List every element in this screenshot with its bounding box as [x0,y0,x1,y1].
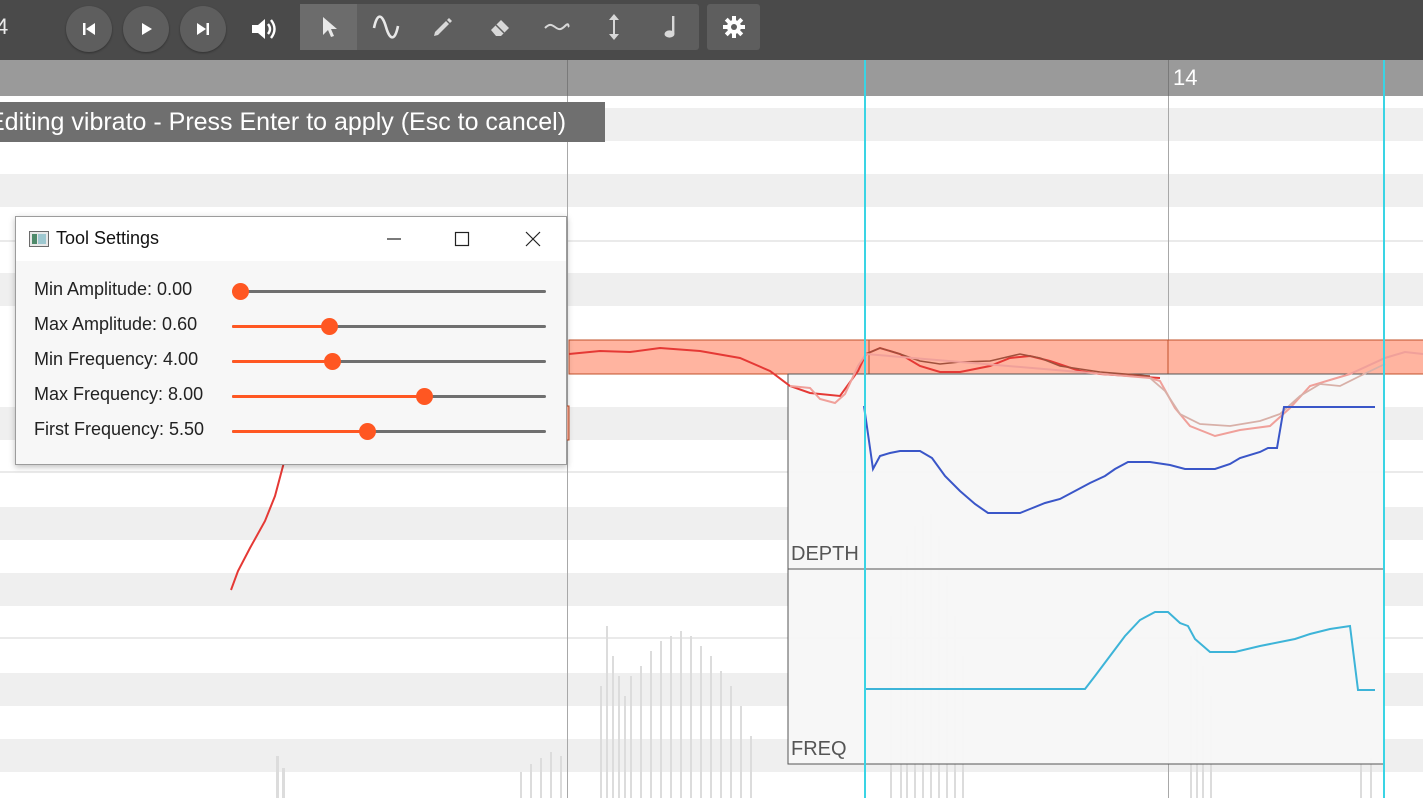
vibrato-graph-panel [787,373,1385,765]
depth-graph-label: DEPTH [791,543,859,565]
pitch-shift-tool[interactable] [585,4,642,50]
slider-fill [232,430,367,433]
slider-thumb[interactable] [321,318,338,335]
min-amplitude-slider[interactable] [232,283,546,300]
slider-label: First Frequency: 5.50 [34,419,205,439]
eraser-tool[interactable] [471,4,528,50]
slider-fill [232,360,332,363]
maximize-button[interactable] [439,223,485,255]
ruler-tick [1168,60,1169,96]
min-frequency-slider[interactable] [232,353,546,370]
close-button[interactable] [510,223,556,255]
skip-back-button[interactable] [66,6,112,52]
slider-row-first-frequency: First Frequency: 5.50 [16,415,568,447]
pencil-icon [433,18,452,36]
timeline-ruler[interactable]: 14 [0,60,1423,96]
minimize-icon [387,238,401,240]
bar-number: 4 [0,14,9,39]
pencil-tool[interactable] [414,4,471,50]
app-icon [29,231,49,247]
eraser-icon [490,20,509,36]
slider-fill [232,325,329,328]
vibrato-tool[interactable] [357,4,414,50]
skip-forward-button[interactable] [180,6,226,52]
measure-label: 14 [1173,65,1198,90]
slider-thumb[interactable] [232,283,249,300]
wave-icon [372,15,399,39]
play-icon [142,23,152,35]
tool-group [300,4,699,50]
max-frequency-slider[interactable] [232,388,546,405]
slider-row-max-amplitude: Max Amplitude: 0.60 [16,310,568,342]
slider-row-min-frequency: Min Frequency: 4.00 [16,345,568,377]
slider-row-min-amplitude: Min Amplitude: 0.00 [16,275,568,307]
slider-thumb[interactable] [416,388,433,405]
slider-row-max-frequency: Max Frequency: 8.00 [16,380,568,412]
freq-graph-label: FREQ [791,738,847,760]
max-amplitude-slider[interactable] [232,318,546,335]
slider-thumb[interactable] [324,353,341,370]
note-tool[interactable] [642,4,699,50]
skip-forward-icon [197,23,209,35]
slider-label: Min Frequency: 4.00 [34,349,199,369]
minimize-button[interactable] [371,223,417,255]
status-banner: Editing vibrato - Press Enter to apply (… [0,102,605,142]
tool-settings-window: Tool Settings Min Amplitude: 0.00 Max Am… [15,216,567,465]
play-button[interactable] [123,6,169,52]
settings-button[interactable] [707,4,760,50]
first-frequency-slider[interactable] [232,423,546,440]
window-title: Tool Settings [56,228,160,248]
cursor-icon [322,17,337,37]
slider-fill [232,395,424,398]
toolbar: 4 [0,0,1423,60]
maximize-icon [454,231,470,247]
close-icon [525,231,541,247]
slider-label: Max Frequency: 8.00 [34,384,204,404]
window-titlebar[interactable]: Tool Settings [16,217,566,261]
slider-label: Max Amplitude: 0.60 [34,314,198,334]
volume-button[interactable] [246,12,282,46]
vertical-arrows-icon [608,14,619,40]
slider-thumb[interactable] [359,423,376,440]
note-icon [664,16,674,38]
gear-icon [722,16,745,38]
selection-end-marker[interactable] [1383,60,1385,96]
ruler-tick [567,60,568,96]
tilde-icon [543,23,570,31]
note-block [568,339,870,375]
skip-back-icon [83,23,95,35]
slider-label: Min Amplitude: 0.00 [34,279,193,299]
smooth-tool[interactable] [528,4,585,50]
selection-start-marker[interactable] [864,60,866,96]
volume-icon [252,19,276,39]
cursor-tool[interactable] [300,4,357,50]
